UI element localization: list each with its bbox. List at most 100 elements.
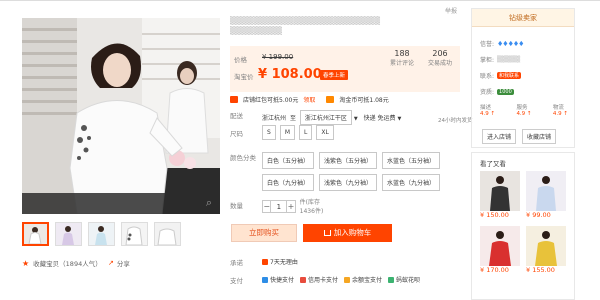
- related-item-image[interactable]: [480, 226, 520, 266]
- shop-deposit-row: 资质: 1000: [480, 87, 514, 96]
- share-button[interactable]: ↗ 分享: [108, 258, 130, 268]
- shop-actions: 进入店铺 收藏店铺: [482, 129, 557, 144]
- quantity-label: 数量: [230, 202, 243, 210]
- score-label: 服务: [516, 105, 528, 111]
- quantity-input[interactable]: 1: [271, 199, 287, 213]
- shop-contact-label: 联系:: [480, 73, 495, 80]
- size-option-m[interactable]: M: [279, 125, 295, 140]
- buy-now-button[interactable]: 立即购买: [231, 224, 297, 242]
- promo-price-label: 淘宝价: [234, 73, 254, 81]
- current-price: ¥ 108.00: [258, 67, 322, 82]
- stock-text: 件(库存1436件): [299, 199, 324, 215]
- coupon-icon: [230, 95, 238, 103]
- score-description: 描述 4.9 ↑: [480, 103, 495, 117]
- size-row: 尺码 S M L XL: [230, 125, 334, 140]
- thumbnail-3[interactable]: [88, 222, 115, 246]
- shop-card: 钻级卖家 信誉: ♦♦♦♦♦ 掌柜: ▒▒▒▒▒ 联系: 和我联系 资质: 10…: [471, 8, 575, 148]
- add-to-cart-button[interactable]: 加入购物车: [303, 224, 392, 242]
- chevron-down-icon: ▼: [353, 116, 358, 122]
- size-option-xl[interactable]: XL: [316, 125, 334, 140]
- coupon-text: 店铺红包可抵5.00元: [243, 96, 299, 104]
- collect-shop-button[interactable]: 收藏店铺: [522, 129, 557, 144]
- related-item[interactable]: ¥ 150.00: [480, 171, 520, 222]
- related-item-image[interactable]: [480, 171, 520, 211]
- shop-credit-label: 信誉:: [480, 41, 495, 48]
- promise-label: 承诺: [230, 259, 243, 267]
- quantity-increase-button[interactable]: +: [286, 199, 296, 213]
- thumbnail-2[interactable]: [55, 222, 82, 246]
- promise-text[interactable]: 7天无理由: [270, 257, 298, 266]
- product-page: ⌕ ★ 收藏宝贝（1894人气） ↗ 分享 ▒▒▒▒▒▒▒▒▒▒▒▒▒▒▒▒▒▒…: [0, 0, 600, 300]
- related-item-price: ¥ 170.00: [480, 266, 509, 274]
- delivery-method: 快递 免运费: [363, 115, 396, 122]
- color-option[interactable]: 水蓝色（五分袖）: [382, 152, 441, 169]
- shop-level-header: 钻级卖家: [472, 9, 574, 27]
- price-label: 价格: [234, 56, 247, 64]
- contact-seller-button[interactable]: 和我联系: [497, 72, 522, 79]
- shop-deposit-label: 资质:: [480, 89, 495, 96]
- top-divider: [0, 0, 600, 1]
- promo-tag: 春季上新: [320, 70, 349, 80]
- coupon-claim-link[interactable]: 领取: [303, 95, 315, 104]
- related-item-image[interactable]: [526, 226, 566, 266]
- related-item-price: ¥ 99.00: [526, 211, 551, 219]
- credit-card-icon: [300, 276, 307, 283]
- sales-count: 206: [432, 49, 448, 58]
- size-option-s[interactable]: S: [262, 125, 276, 140]
- related-item-price: ¥ 150.00: [480, 211, 509, 219]
- diamond-icon: ♦♦♦♦♦: [497, 39, 524, 48]
- shop-owner-name[interactable]: ▒▒▒▒▒: [497, 56, 520, 63]
- score-logistics: 物流 4.9 ↑: [553, 103, 568, 117]
- report-link[interactable]: 举报: [445, 6, 457, 15]
- delivery-destination-select[interactable]: 浙江杭州江干区: [299, 110, 352, 125]
- related-item[interactable]: ¥ 170.00: [480, 226, 520, 277]
- color-label: 颜色分类: [230, 154, 256, 162]
- quantity-row: 数量 − 1 + 件(库存1436件): [230, 199, 323, 215]
- chevron-down-icon: ▼: [397, 116, 402, 122]
- payment-row: 支付 快捷支付 信用卡支付 余额宝支付 蚂蚁花呗: [230, 275, 420, 285]
- product-title-line1: ▒▒▒▒▒▒▒▒▒▒▒▒▒▒▒▒▒▒▒▒▒▒▒▒▒▒: [230, 16, 380, 25]
- color-row: 颜色分类 白色（五分袖） 浅紫色（五分袖） 水蓝色（五分袖） 白色（九分袖） 浅…: [230, 152, 441, 191]
- color-option[interactable]: 浅紫色（九分袖）: [319, 174, 378, 191]
- thumbnail-1[interactable]: [22, 222, 49, 246]
- sales-count-stat[interactable]: 206 交易成功: [428, 49, 452, 67]
- star-icon: ★: [22, 258, 30, 268]
- sales-count-label: 交易成功: [428, 60, 453, 67]
- quantity-decrease-button[interactable]: −: [262, 199, 272, 213]
- thumbnail-strip: [22, 222, 181, 246]
- related-item-image[interactable]: [526, 171, 566, 211]
- shop-contact-row: 联系: 和我联系: [480, 71, 522, 80]
- shop-credit-row: 信誉: ♦♦♦♦♦: [480, 39, 524, 49]
- score-value: 4.9 ↑: [516, 111, 532, 117]
- main-product-image[interactable]: ⌕: [22, 18, 220, 214]
- related-item-price: ¥ 155.00: [526, 266, 555, 274]
- original-price: ¥ 199.00: [262, 53, 294, 61]
- color-option[interactable]: 白色（九分袖）: [262, 174, 315, 191]
- quantity-stepper: − 1 + 件(库存1436件): [262, 197, 329, 215]
- collect-item-button[interactable]: ★ 收藏宝贝（1894人气）: [22, 258, 102, 269]
- delivery-label: 配送: [230, 112, 243, 120]
- score-label: 描述: [480, 105, 492, 111]
- related-item[interactable]: ¥ 155.00: [526, 226, 566, 277]
- enter-shop-button[interactable]: 进入店铺: [482, 129, 517, 144]
- delivery-to-label: 至: [289, 115, 296, 122]
- related-item[interactable]: ¥ 99.00: [526, 171, 566, 222]
- zoom-icon[interactable]: ⌕: [202, 196, 216, 210]
- size-option-l[interactable]: L: [299, 125, 313, 140]
- cart-icon: [323, 230, 331, 236]
- color-option[interactable]: 白色（五分袖）: [262, 152, 315, 169]
- payment-method: 蚂蚁花呗: [396, 277, 421, 284]
- score-value: 4.9 ↑: [480, 111, 496, 117]
- related-header: 看了又看: [480, 160, 506, 168]
- thumbnail-5[interactable]: [154, 222, 181, 246]
- review-count: 188: [394, 49, 410, 58]
- review-count-stat[interactable]: 188 累计评论: [390, 49, 414, 67]
- share-label: 分享: [116, 260, 130, 268]
- gold-coin-icon: [326, 95, 335, 103]
- promise-row: 承诺 7天无理由: [230, 257, 298, 267]
- color-option[interactable]: 水蓝色（九分袖）: [382, 174, 441, 191]
- thumbnail-4[interactable]: [121, 222, 148, 246]
- color-option[interactable]: 浅紫色（五分袖）: [319, 152, 378, 169]
- payment-label: 支付: [230, 277, 243, 285]
- product-title: ▒▒▒▒▒▒▒▒▒▒▒▒▒▒▒▒▒▒▒▒▒▒▒▒▒▒ ▒▒▒▒▒▒▒▒▒: [230, 16, 445, 36]
